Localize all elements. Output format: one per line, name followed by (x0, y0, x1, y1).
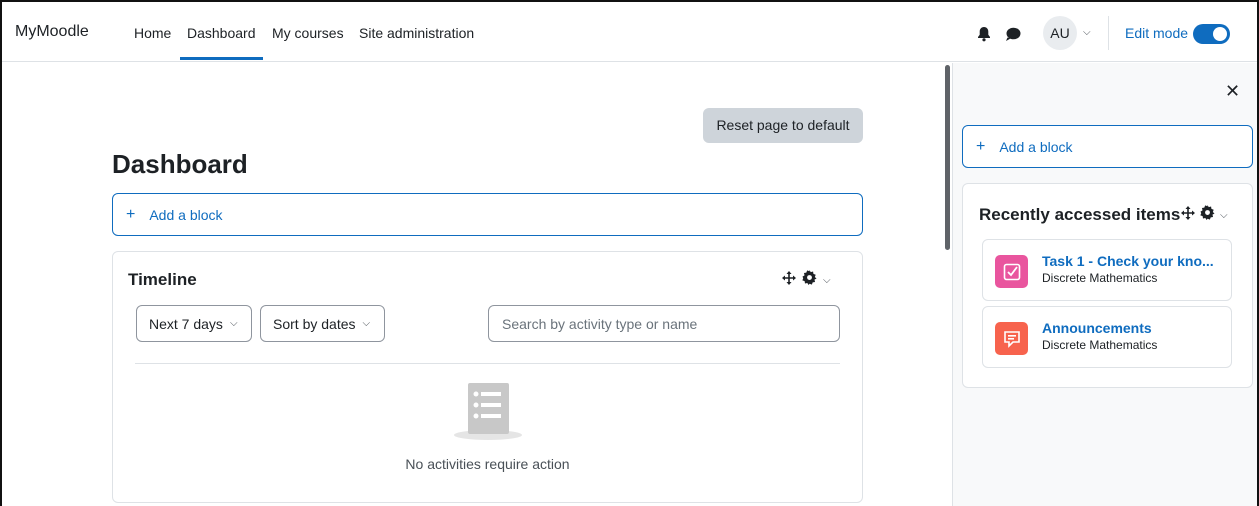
chevron-down-icon[interactable]: ⌵ (823, 275, 831, 286)
timeline-title: Timeline (128, 270, 197, 289)
plus-icon: + (126, 205, 136, 223)
top-navbar: MyMoodle Home Dashboard My courses Site … (2, 2, 1257, 62)
empty-list-icon (454, 381, 524, 446)
recent-items-title: Recently accessed items (979, 205, 1181, 224)
move-icon[interactable] (1181, 205, 1195, 225)
chevron-down-icon[interactable]: ⌵ (1220, 210, 1228, 221)
main-content: Reset page to default Dashboard + Add a … (2, 63, 942, 506)
bell-icon[interactable] (977, 26, 993, 42)
recent-item-title[interactable]: Task 1 - Check your kno... (1042, 253, 1214, 269)
timeline-filter-label: Next 7 days (149, 315, 223, 332)
recently-accessed-block: Recently accessed items ⌵ Task 1 - Check… (962, 183, 1253, 388)
nav-link-site-administration[interactable]: Site administration (359, 25, 474, 60)
move-icon[interactable] (782, 270, 796, 290)
timeline-sort-label: Sort by dates (273, 315, 356, 332)
chevron-down-icon: ⌵ (229, 318, 238, 329)
chevron-down-icon: ⌵ (362, 318, 371, 329)
recent-item-card[interactable]: Announcements Discrete Mathematics (982, 306, 1232, 368)
timeline-filter-dropdown[interactable]: Next 7 days ⌵ (136, 305, 252, 342)
timeline-sort-dropdown[interactable]: Sort by dates ⌵ (260, 305, 385, 342)
recent-item-course: Discrete Mathematics (1042, 338, 1158, 352)
gear-icon[interactable] (1200, 205, 1215, 225)
main-scrollbar[interactable] (945, 65, 950, 250)
user-avatar[interactable]: AU (1043, 16, 1077, 50)
page-title: Dashboard (112, 149, 248, 179)
plus-icon: + (976, 137, 986, 155)
navbar-divider (1108, 16, 1109, 50)
site-brand[interactable]: MyMoodle (15, 23, 89, 41)
close-icon[interactable]: ✕ (1225, 81, 1240, 102)
nav-link-home[interactable]: Home (134, 25, 171, 60)
app-window: MyMoodle Home Dashboard My courses Site … (0, 0, 1259, 506)
assignment-icon (995, 255, 1028, 288)
block-controls: ⌵ (782, 270, 831, 290)
block-controls: ⌵ (1181, 205, 1228, 225)
drawer-add-block-button[interactable]: + Add a block (962, 125, 1253, 168)
chat-icon[interactable] (1005, 26, 1021, 42)
nav-link-my-courses[interactable]: My courses (272, 25, 344, 60)
timeline-divider (135, 363, 840, 364)
add-block-label: Add a block (999, 138, 1073, 155)
recent-item-course: Discrete Mathematics (1042, 271, 1158, 285)
chevron-down-icon[interactable]: ⌵ (1083, 27, 1091, 38)
add-block-button[interactable]: + Add a block (112, 193, 863, 236)
timeline-block: Timeline ⌵ Next 7 days ⌵ Sort by dates ⌵ (112, 251, 863, 503)
gear-icon[interactable] (802, 270, 817, 290)
recent-item-card[interactable]: Task 1 - Check your kno... Discrete Math… (982, 239, 1232, 301)
edit-mode-toggle[interactable] (1193, 24, 1230, 44)
forum-icon (995, 322, 1028, 355)
timeline-search-input[interactable] (488, 305, 840, 342)
block-drawer: ✕ + Add a block Recently accessed items … (952, 63, 1257, 506)
reset-page-button[interactable]: Reset page to default (703, 108, 863, 143)
nav-link-dashboard[interactable]: Dashboard (180, 25, 263, 60)
recent-item-title[interactable]: Announcements (1042, 320, 1152, 336)
add-block-label: Add a block (149, 206, 223, 223)
edit-mode-label[interactable]: Edit mode (1125, 25, 1188, 41)
empty-state-message: No activities require action (405, 456, 570, 472)
